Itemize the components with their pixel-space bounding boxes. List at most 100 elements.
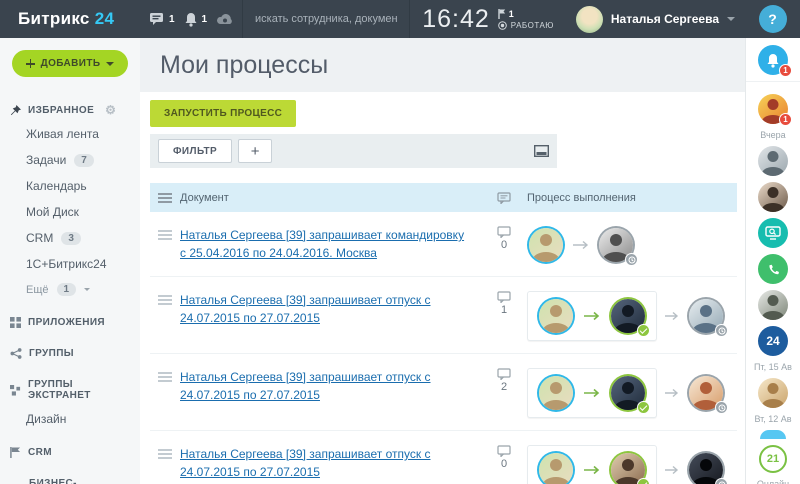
- gear-icon[interactable]: ⚙: [105, 104, 116, 116]
- drag-handle-icon[interactable]: [158, 453, 172, 455]
- sidebar-section-extranet-groups[interactable]: ГРУППЫ ЭКСТРАНЕТ: [0, 374, 140, 406]
- topbar-notification-icons: 1 1: [140, 12, 242, 27]
- document-link[interactable]: Наталья Сергеева [39] запрашивает отпуск…: [180, 291, 471, 327]
- sidebar-section-business-processes[interactable]: БИЗНЕС-ПРОЦЕССЫ: [0, 473, 140, 484]
- comments-cell[interactable]: 0: [481, 226, 527, 251]
- chat-contact-avatar[interactable]: [758, 378, 788, 408]
- sidebar-item-calendar[interactable]: Календарь: [0, 173, 140, 199]
- column-document[interactable]: Документ: [180, 192, 481, 204]
- sidebar-section-crm[interactable]: CRM: [0, 442, 140, 463]
- comments-cell[interactable]: 2: [481, 368, 527, 393]
- sidebar-item-label: CRM: [26, 231, 53, 245]
- messages-icon[interactable]: [149, 12, 165, 26]
- arrow-icon: [583, 465, 601, 475]
- favorites-title: ИЗБРАННОЕ: [28, 105, 94, 116]
- chat-contact-avatar[interactable]: [758, 182, 788, 212]
- sidebar-section-apps[interactable]: ПРИЛОЖЕНИЯ: [0, 312, 140, 333]
- sidebar-item-more[interactable]: Ещё1: [0, 277, 140, 302]
- comment-count: 0: [501, 239, 507, 251]
- flag-icon: [10, 447, 21, 458]
- sidebar-item-my-drive[interactable]: Мой Диск: [0, 199, 140, 225]
- messages-count: 1: [169, 14, 175, 25]
- drag-handle-icon[interactable]: [158, 376, 172, 378]
- bitrix24-bot-avatar[interactable]: 24: [758, 326, 788, 356]
- initiator-avatar[interactable]: [537, 451, 575, 484]
- pending-approver-avatar[interactable]: [687, 374, 725, 412]
- column-process[interactable]: Процесс выполнения: [527, 192, 737, 204]
- bot-label: 24: [766, 334, 779, 348]
- chat-contact-avatar[interactable]: 1: [758, 94, 788, 124]
- search-input[interactable]: [255, 13, 397, 25]
- table-row[interactable]: Наталья Сергеева [39] запрашивает отпуск…: [150, 431, 737, 484]
- chat-contact-avatar[interactable]: [758, 290, 788, 320]
- date-label: Вт, 12 Ав: [754, 414, 791, 424]
- chat-unread-badge: 1: [779, 113, 792, 126]
- initiator-avatar[interactable]: [537, 374, 575, 412]
- apps-icon: [10, 317, 21, 328]
- completed-stage-box: [527, 291, 657, 341]
- table-row[interactable]: Наталья Сергеева [39] запрашивает команд…: [150, 212, 737, 277]
- cloud-icon[interactable]: [216, 13, 233, 25]
- bp-title: БИЗНЕС-ПРОЦЕССЫ: [29, 478, 130, 484]
- sidebar-item-tasks[interactable]: Задачи7: [0, 147, 140, 173]
- notifications-badge: 1: [779, 64, 792, 77]
- sidebar-item-label: Живая лента: [26, 127, 99, 141]
- clock: 16:42: [422, 5, 490, 34]
- sidebar-section-favorites: ИЗБРАННОЕ ⚙: [0, 99, 140, 121]
- pending-approver-avatar[interactable]: [687, 297, 725, 335]
- chevron-down-icon: [84, 288, 90, 291]
- table-row[interactable]: Наталья Сергеева [39] запрашивает отпуск…: [150, 277, 737, 354]
- sidebar-item-crm[interactable]: CRM 3: [0, 225, 140, 251]
- approved-avatar[interactable]: [609, 451, 647, 484]
- initiator-avatar[interactable]: [537, 297, 575, 335]
- document-link[interactable]: Наталья Сергеева [39] запрашивает команд…: [180, 226, 471, 262]
- online-label: Онлайн: [757, 479, 789, 484]
- partial-avatar[interactable]: [760, 430, 786, 439]
- comment-count: 0: [501, 458, 507, 470]
- call-button[interactable]: [758, 254, 788, 284]
- pending-approver-avatar[interactable]: [687, 451, 725, 484]
- comments-cell[interactable]: 0: [481, 445, 527, 470]
- view-settings-icon[interactable]: [534, 145, 549, 157]
- approved-avatar[interactable]: [609, 374, 647, 412]
- approved-avatar[interactable]: [609, 297, 647, 335]
- work-time-widget[interactable]: 16:42 1 РАБОТАЮ: [410, 5, 566, 34]
- initiator-avatar[interactable]: [527, 226, 565, 264]
- approved-status-icon: [637, 478, 650, 484]
- sidebar-item-design[interactable]: Дизайн: [0, 406, 140, 432]
- filter-button[interactable]: ФИЛЬТР: [158, 139, 232, 163]
- table-row[interactable]: Наталья Сергеева [39] запрашивает отпуск…: [150, 354, 737, 431]
- crm-title: CRM: [28, 447, 52, 458]
- comments-cell[interactable]: 1: [481, 291, 527, 316]
- screen-search-icon: [765, 226, 781, 240]
- arrow-icon: [583, 388, 601, 398]
- user-avatar: [576, 6, 603, 33]
- crm-badge: 3: [61, 232, 81, 245]
- more-label: Ещё: [26, 284, 49, 296]
- sidebar-item-1c-bitrix24[interactable]: 1С+Битрикс24: [0, 251, 140, 277]
- chat-contact-avatar[interactable]: [758, 146, 788, 176]
- bell-icon[interactable]: [184, 12, 198, 27]
- sidebar-item-live-feed[interactable]: Живая лента: [0, 121, 140, 147]
- add-filter-button[interactable]: +: [238, 139, 272, 163]
- online-users-counter[interactable]: 21: [759, 445, 787, 473]
- arrow-icon: [583, 311, 601, 321]
- sidebar-section-groups[interactable]: ГРУППЫ: [0, 343, 140, 364]
- pending-approver-avatar[interactable]: [597, 226, 635, 264]
- logo-brand: Битрикс: [18, 9, 90, 28]
- screen-share-button[interactable]: [758, 218, 788, 248]
- drag-handle-icon[interactable]: [158, 234, 172, 236]
- waiting-status-icon: [715, 478, 728, 484]
- document-link[interactable]: Наталья Сергеева [39] запрашивает отпуск…: [180, 368, 471, 404]
- user-menu[interactable]: Наталья Сергеева: [566, 6, 745, 33]
- logo[interactable]: Битрикс 24: [0, 9, 140, 29]
- waiting-status-icon: [715, 401, 728, 414]
- help-button[interactable]: ?: [759, 5, 787, 33]
- drag-handle-icon[interactable]: [158, 299, 172, 301]
- start-process-button[interactable]: ЗАПУСТИТЬ ПРОЦЕСС: [150, 100, 296, 127]
- waiting-status-icon: [625, 253, 638, 266]
- menu-icon[interactable]: [158, 197, 172, 199]
- add-button[interactable]: ДОБАВИТЬ: [12, 50, 128, 77]
- document-link[interactable]: Наталья Сергеева [39] запрашивает отпуск…: [180, 445, 471, 481]
- notifications-button[interactable]: 1: [758, 45, 788, 75]
